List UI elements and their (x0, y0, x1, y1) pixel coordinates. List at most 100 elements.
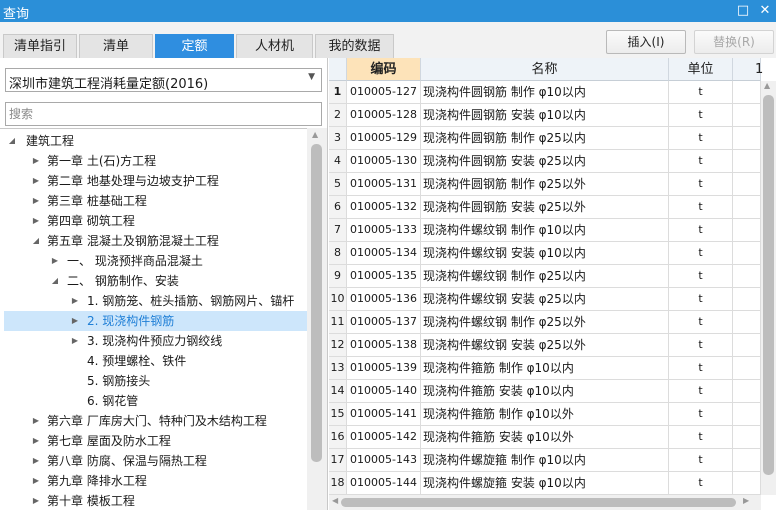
tab-bill-guide[interactable]: 清单指引 (3, 34, 77, 58)
left-panel: 深圳市建筑工程消耗量定额(2016) ▼ ◢建筑工程 ▶第一章 土(石)方工程 … (0, 58, 328, 510)
table-row[interactable]: 18 010005-144 现浇构件螺旋箍 安装 φ10以内 t (329, 472, 761, 495)
name-cell: 现浇构件圆钢筋 安装 φ25以内 (421, 150, 669, 172)
table-row[interactable]: 2 010005-128 现浇构件圆钢筋 安装 φ10以内 t (329, 104, 761, 127)
code-cell: 010005-142 (347, 426, 421, 448)
extra-cell (733, 311, 761, 333)
tab-labor-material-machine[interactable]: 人材机 (236, 34, 313, 58)
code-cell: 010005-143 (347, 449, 421, 471)
column-header-code[interactable]: 编码 (347, 58, 421, 81)
row-index-cell: 18 (329, 472, 347, 494)
collapsed-arrow-icon[interactable]: ▶ (69, 291, 81, 311)
name-cell: 现浇构件螺旋箍 制作 φ10以内 (421, 449, 669, 471)
row-index-cell: 9 (329, 265, 347, 287)
collapsed-arrow-icon[interactable]: ▶ (30, 191, 42, 211)
expanded-arrow-icon[interactable]: ◢ (6, 131, 18, 151)
table-horizontal-scrollbar[interactable]: ◀ ▶ (329, 495, 761, 510)
row-index-cell: 11 (329, 311, 347, 333)
collapsed-arrow-icon[interactable]: ▶ (30, 431, 42, 451)
row-index-cell: 6 (329, 196, 347, 218)
collapsed-arrow-icon[interactable]: ▶ (30, 151, 42, 171)
scroll-left-icon[interactable]: ◀ (332, 496, 338, 505)
table-row[interactable]: 4 010005-130 现浇构件圆钢筋 安装 φ25以内 t (329, 150, 761, 173)
table-row[interactable]: 11 010005-137 现浇构件螺纹钢 制作 φ25以外 t (329, 311, 761, 334)
collapsed-arrow-icon[interactable]: ▶ (30, 491, 42, 510)
row-index-cell: 10 (329, 288, 347, 310)
table-row[interactable]: 1 010005-127 现浇构件圆钢筋 制作 φ10以内 t (329, 81, 761, 104)
table-vscroll-thumb[interactable] (763, 95, 774, 475)
extra-cell (733, 357, 761, 379)
chevron-down-icon[interactable]: ▼ (308, 72, 315, 82)
code-cell: 010005-129 (347, 127, 421, 149)
code-cell: 010005-133 (347, 219, 421, 241)
row-index-cell: 3 (329, 127, 347, 149)
table-row[interactable]: 13 010005-139 现浇构件箍筋 制作 φ10以内 t (329, 357, 761, 380)
scroll-up-icon[interactable]: ▲ (312, 130, 318, 139)
close-icon[interactable]: ✕ (756, 2, 774, 20)
extra-cell (733, 403, 761, 425)
collapsed-arrow-icon[interactable]: ▶ (30, 411, 42, 431)
code-cell: 010005-140 (347, 380, 421, 402)
scroll-up-icon[interactable]: ▲ (764, 81, 770, 90)
code-cell: 010005-139 (347, 357, 421, 379)
table-vertical-scrollbar[interactable]: ▲ (761, 81, 776, 495)
code-cell: 010005-137 (347, 311, 421, 333)
tree-scrollbar[interactable]: ▲ (307, 128, 327, 510)
column-header-unit[interactable]: 单位 (669, 58, 733, 81)
unit-cell: t (669, 426, 733, 448)
restore-icon[interactable]: □ (734, 2, 752, 20)
row-index-cell: 17 (329, 449, 347, 471)
column-header-extra[interactable]: 1 (733, 58, 763, 81)
collapsed-arrow-icon[interactable]: ▶ (30, 451, 42, 471)
table-hscroll-thumb[interactable] (341, 498, 736, 507)
code-cell: 010005-144 (347, 472, 421, 494)
quota-library-select[interactable]: 深圳市建筑工程消耗量定额(2016) ▼ (5, 68, 322, 92)
scroll-right-icon[interactable]: ▶ (743, 496, 749, 505)
unit-cell: t (669, 81, 733, 103)
row-index-cell: 13 (329, 357, 347, 379)
tab-quota[interactable]: 定额 (155, 34, 234, 58)
title-bar: 查询 □ ✕ (0, 0, 776, 22)
collapsed-arrow-icon[interactable]: ▶ (30, 211, 42, 231)
name-cell: 现浇构件箍筋 安装 φ10以外 (421, 426, 669, 448)
table-row[interactable]: 6 010005-132 现浇构件圆钢筋 安装 φ25以外 t (329, 196, 761, 219)
collapsed-arrow-icon[interactable]: ▶ (30, 471, 42, 491)
collapsed-arrow-icon[interactable]: ▶ (30, 171, 42, 191)
code-cell: 010005-141 (347, 403, 421, 425)
table-row[interactable]: 8 010005-134 现浇构件螺纹钢 安装 φ10以内 t (329, 242, 761, 265)
tab-my-data[interactable]: 我的数据 (315, 34, 394, 58)
unit-cell: t (669, 334, 733, 356)
column-header-name[interactable]: 名称 (421, 58, 669, 81)
table-row[interactable]: 7 010005-133 现浇构件螺纹钢 制作 φ10以内 t (329, 219, 761, 242)
unit-cell: t (669, 104, 733, 126)
collapsed-arrow-icon[interactable]: ▶ (69, 311, 81, 331)
table-row[interactable]: 17 010005-143 现浇构件螺旋箍 制作 φ10以内 t (329, 449, 761, 472)
insert-button[interactable]: 插入(I) (606, 30, 686, 54)
expanded-arrow-icon[interactable]: ◢ (30, 231, 42, 251)
row-index-cell: 12 (329, 334, 347, 356)
extra-cell (733, 104, 761, 126)
table-row[interactable]: 16 010005-142 现浇构件箍筋 安装 φ10以外 t (329, 426, 761, 449)
table-row[interactable]: 5 010005-131 现浇构件圆钢筋 制作 φ25以外 t (329, 173, 761, 196)
collapsed-arrow-icon[interactable]: ▶ (69, 331, 81, 351)
table-row[interactable]: 3 010005-129 现浇构件圆钢筋 制作 φ25以内 t (329, 127, 761, 150)
table-row[interactable]: 9 010005-135 现浇构件螺纹钢 制作 φ25以内 t (329, 265, 761, 288)
row-index-header (329, 58, 347, 81)
unit-cell: t (669, 150, 733, 172)
row-index-cell: 14 (329, 380, 347, 402)
table-row[interactable]: 10 010005-136 现浇构件螺纹钢 安装 φ25以内 t (329, 288, 761, 311)
table-row[interactable]: 14 010005-140 现浇构件箍筋 安装 φ10以内 t (329, 380, 761, 403)
collapsed-arrow-icon[interactable]: ▶ (49, 251, 61, 271)
tab-bill[interactable]: 清单 (79, 34, 153, 58)
search-input[interactable] (5, 102, 322, 126)
table-row[interactable]: 12 010005-138 现浇构件螺纹钢 安装 φ25以外 t (329, 334, 761, 357)
expanded-arrow-icon[interactable]: ◢ (49, 271, 61, 291)
tree-scroll-thumb[interactable] (311, 144, 322, 462)
code-cell: 010005-128 (347, 104, 421, 126)
name-cell: 现浇构件箍筋 制作 φ10以外 (421, 403, 669, 425)
table-row[interactable]: 15 010005-141 现浇构件箍筋 制作 φ10以外 t (329, 403, 761, 426)
tree-node-selected[interactable]: ▶ 2. 现浇构件钢筋 (4, 311, 307, 331)
code-cell: 010005-135 (347, 265, 421, 287)
replace-button[interactable]: 替换(R) (694, 30, 774, 54)
extra-cell (733, 449, 761, 471)
extra-cell (733, 196, 761, 218)
